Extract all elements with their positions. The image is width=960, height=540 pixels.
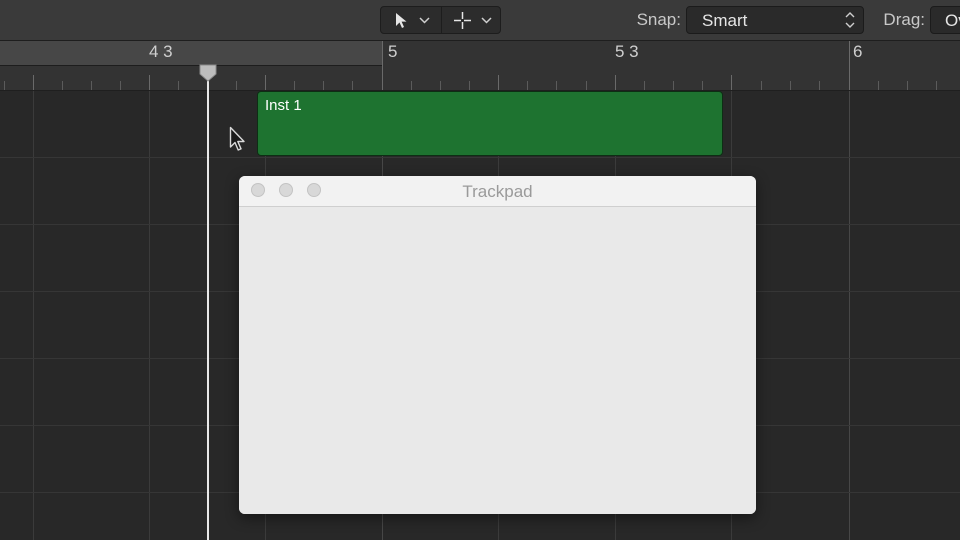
secondary-tool-menu[interactable]: [442, 7, 502, 33]
grid-beat-line: [149, 91, 150, 540]
ruler-marker-4-3: 4 3: [149, 42, 173, 61]
tool-selector-group: [380, 6, 501, 34]
trackpad-window: Trackpad: [239, 176, 756, 514]
ruler-marker-6: 6: [853, 42, 863, 61]
ruler-minor-tick: [469, 81, 470, 90]
drag-mode-value: Overlap: [945, 11, 960, 30]
grid-beat-line: [33, 91, 34, 540]
cycle-region-band[interactable]: [0, 41, 382, 65]
ruler-beat-tick: [33, 75, 34, 90]
ruler-beat-tick: [615, 75, 616, 90]
ruler-minor-tick: [790, 81, 791, 90]
toolbar: Snap: Smart Drag: Overlap: [0, 0, 960, 41]
drag-mode-select[interactable]: Overlap: [930, 6, 960, 34]
ruler-beat-tick: [731, 75, 732, 90]
crosshair-icon: [454, 12, 471, 29]
trackpad-window-titlebar[interactable]: Trackpad: [239, 176, 756, 207]
ruler-minor-tick: [4, 81, 5, 90]
ruler-band-divider: [0, 65, 382, 66]
pointer-tool-menu[interactable]: [381, 7, 441, 33]
drag-label: Drag:: [883, 10, 925, 29]
playhead-handle-icon[interactable]: [199, 64, 217, 82]
ruler-minor-tick: [878, 81, 879, 90]
ruler-minor-tick: [178, 81, 179, 90]
snap-label: Snap:: [636, 10, 681, 29]
playhead-line[interactable]: [207, 72, 209, 540]
ruler-minor-tick: [761, 81, 762, 90]
midi-region-inst-1[interactable]: Inst 1: [257, 91, 723, 156]
trackpad-window-title: Trackpad: [462, 182, 533, 201]
track-lane-divider: [0, 157, 960, 158]
ruler-minor-tick: [62, 81, 63, 90]
ruler-minor-tick: [411, 81, 412, 90]
timeline-ruler[interactable]: 4 3 5 5 3 6: [0, 41, 960, 91]
mouse-pointer-icon: [229, 126, 245, 151]
snap-mode-value: Smart: [702, 11, 748, 30]
arrow-pointer-icon: [396, 13, 407, 28]
ruler-beat-tick: [498, 75, 499, 90]
ruler-beat-tick: [265, 75, 266, 90]
ruler-minor-tick: [644, 81, 645, 90]
grid-bar-line: [849, 91, 850, 540]
ruler-bar-tick: [382, 41, 383, 90]
ruler-marker-5-3: 5 3: [615, 42, 639, 61]
chevron-down-icon: [419, 17, 430, 24]
ruler-minor-tick: [556, 81, 557, 90]
ruler-minor-tick: [819, 81, 820, 90]
trackpad-surface[interactable]: [239, 207, 756, 514]
ruler-minor-tick: [440, 81, 441, 90]
ruler-minor-tick: [236, 81, 237, 90]
ruler-bar-tick: [849, 41, 850, 90]
ruler-minor-tick: [936, 81, 937, 90]
up-down-chevron-icon: [845, 12, 855, 28]
ruler-minor-tick: [294, 81, 295, 90]
region-name: Inst 1: [265, 97, 302, 114]
ruler-minor-tick: [120, 81, 121, 90]
snap-mode-select[interactable]: Smart: [686, 6, 864, 34]
ruler-minor-tick: [352, 81, 353, 90]
ruler-minor-tick: [323, 81, 324, 90]
ruler-minor-tick: [586, 81, 587, 90]
ruler-minor-tick: [673, 81, 674, 90]
ruler-marker-5: 5: [388, 42, 398, 61]
ruler-minor-tick: [91, 81, 92, 90]
logic-main-window: Snap: Smart Drag: Overlap 4 3 5 5 3 6: [0, 0, 960, 540]
ruler-beat-tick: [149, 75, 150, 90]
chevron-down-icon: [481, 17, 492, 24]
ruler-minor-tick: [907, 81, 908, 90]
ruler-minor-tick: [702, 81, 703, 90]
ruler-minor-tick: [527, 81, 528, 90]
